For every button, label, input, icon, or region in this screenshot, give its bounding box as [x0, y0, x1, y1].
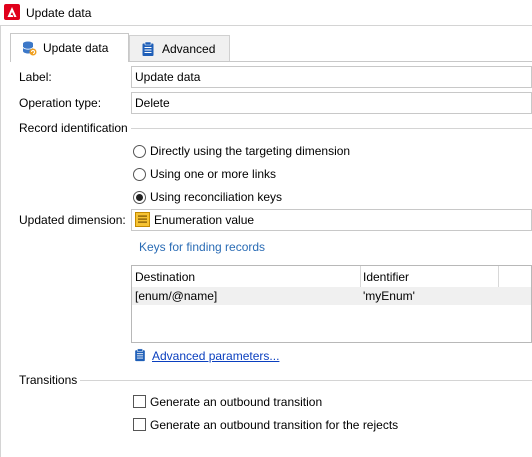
advanced-parameters-link[interactable]: Advanced parameters...	[152, 349, 279, 363]
updated-dimension-value: Enumeration value	[154, 213, 255, 227]
cell-identifier: 'myEnum'	[363, 289, 415, 303]
table-row[interactable]: [enum/@name] 'myEnum'	[132, 287, 531, 305]
adobe-logo-icon	[4, 4, 20, 20]
record-identification-title: Record identification	[19, 121, 128, 135]
tab-update-data-label: Update data	[43, 41, 109, 55]
cell-destination: [enum/@name]	[135, 289, 218, 303]
checkbox-outbound-transition[interactable]	[133, 395, 146, 408]
transitions-divider	[80, 380, 532, 381]
keys-for-finding-records[interactable]: Keys for finding records	[139, 240, 265, 254]
transitions-title: Transitions	[19, 373, 78, 387]
label-caption: Label:	[19, 70, 52, 84]
checkbox-rejects-transition-label[interactable]: Generate an outbound transition for the …	[150, 418, 398, 432]
enumeration-table-icon	[135, 212, 150, 227]
checkbox-outbound-transition-label[interactable]: Generate an outbound transition	[150, 395, 322, 409]
title-bar: Update data	[0, 0, 532, 26]
updated-dimension-field[interactable]: Enumeration value	[131, 209, 532, 231]
clipboard-icon	[135, 348, 145, 362]
keys-grid-header: Destination Identifier	[132, 266, 531, 288]
operation-type-select[interactable]: Delete	[131, 92, 532, 114]
radio-links-label[interactable]: Using one or more links	[150, 167, 276, 181]
clipboard-icon	[142, 41, 154, 56]
radio-targeting-dimension[interactable]	[133, 145, 146, 158]
radio-reconciliation-keys[interactable]	[133, 191, 146, 204]
column-header-identifier[interactable]: Identifier	[363, 270, 409, 284]
updated-dimension-caption: Updated dimension:	[19, 213, 126, 227]
database-update-icon	[22, 41, 37, 56]
radio-reconciliation-keys-label[interactable]: Using reconciliation keys	[150, 190, 282, 204]
column-separator	[498, 266, 499, 287]
window-title: Update data	[26, 6, 92, 20]
radio-targeting-dimension-label[interactable]: Directly using the targeting dimension	[150, 144, 350, 158]
radio-links[interactable]	[133, 168, 146, 181]
tab-advanced-label: Advanced	[162, 41, 216, 56]
record-identification-divider	[131, 128, 532, 129]
tab-update-data[interactable]: Update data	[10, 33, 129, 62]
label-input[interactable]: Update data	[131, 66, 532, 88]
operation-type-caption: Operation type:	[19, 96, 102, 110]
tab-advanced[interactable]: Advanced	[129, 35, 230, 61]
checkbox-rejects-transition[interactable]	[133, 418, 146, 431]
column-header-destination[interactable]: Destination	[135, 270, 195, 284]
column-separator	[360, 266, 361, 287]
keys-grid: Destination Identifier [enum/@name] 'myE…	[131, 265, 532, 343]
